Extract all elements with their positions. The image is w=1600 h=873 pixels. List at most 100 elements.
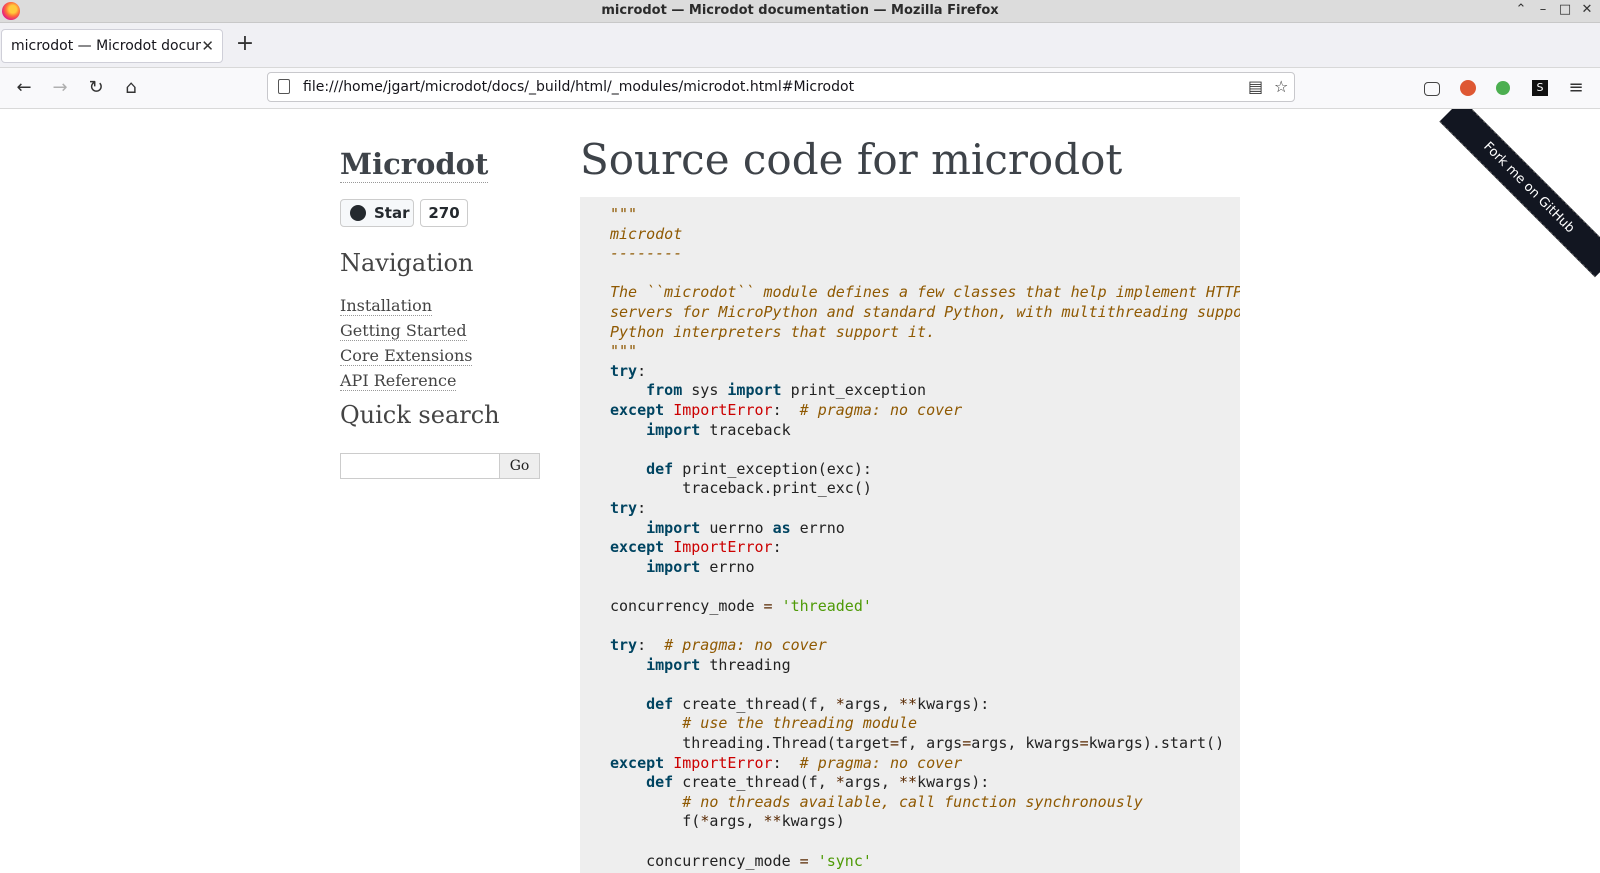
nav-link-label[interactable]: Getting Started: [340, 321, 467, 341]
code-token: import: [727, 381, 782, 400]
tab-close-icon[interactable]: ✕: [201, 37, 214, 55]
nav-link-label[interactable]: Installation: [340, 296, 433, 316]
code-line: from sys import print_exception: [610, 381, 926, 399]
go-button[interactable]: Go: [499, 453, 540, 479]
nav-link-installation[interactable]: Installation: [340, 293, 472, 318]
search-input[interactable]: [340, 453, 500, 479]
code-token: kwargs).start(): [1088, 734, 1225, 753]
tab-label: microdot — Microdot documentation: [11, 38, 201, 54]
reload-button[interactable]: ↻: [84, 76, 108, 100]
navigation-toolbar: ← → ↻ ⌂ file:///home/jgart/microdot/docs…: [0, 68, 1600, 109]
code-token: import: [646, 557, 701, 576]
new-tab-button[interactable]: +: [234, 31, 256, 57]
page-content: Microdot Star 270 Navigation Installatio…: [0, 109, 1600, 873]
code-line: threading.Thread(target=f, args=args, kw…: [610, 734, 1224, 752]
code-token: kwargs): [781, 812, 845, 831]
fork-me-ribbon[interactable]: Fork me on GitHub: [1439, 109, 1600, 278]
duckduckgo-icon[interactable]: [1460, 80, 1476, 96]
nav-link-core-extensions[interactable]: Core Extensions: [340, 343, 473, 368]
code-token: """: [610, 205, 638, 223]
nav-link-getting-started[interactable]: Getting Started: [340, 318, 472, 343]
extension-s-icon[interactable]: S: [1532, 80, 1548, 96]
pocket-icon[interactable]: [1424, 82, 1440, 96]
code-line: # use the threading module: [610, 714, 917, 732]
code-token: threading.Thread(target: [610, 734, 890, 753]
code-token: def: [646, 773, 674, 792]
code-line: try: # pragma: no cover: [610, 636, 827, 654]
window-close-button[interactable]: ✕: [1578, 2, 1596, 17]
code-token: Python interpreters that support it.: [610, 322, 936, 341]
code-line: f(*args, **kwargs): [610, 812, 845, 830]
window-minimize-button[interactable]: –: [1534, 2, 1552, 17]
code-line: def create_thread(f, *args, **kwargs):: [610, 695, 989, 713]
home-button[interactable]: ⌂: [119, 76, 143, 100]
code-line: import traceback: [610, 421, 791, 439]
code-token: create_thread(f,: [673, 773, 836, 792]
code-token: =: [799, 851, 809, 870]
star-count[interactable]: 270: [420, 199, 468, 227]
code-token: # use the threading module: [682, 714, 918, 733]
code-token: import: [646, 655, 701, 674]
code-token: sys: [682, 381, 728, 400]
code-token: try: [610, 361, 638, 380]
code-token: args, kwargs: [971, 734, 1080, 753]
code-token: print_exception(exc):: [673, 459, 872, 478]
code-token: print_exception: [781, 381, 927, 400]
code-token: :: [772, 753, 800, 772]
quick-search-heading: Quick search: [340, 401, 500, 429]
github-star-button[interactable]: Star: [340, 199, 414, 227]
nav-link-label[interactable]: Core Extensions: [340, 346, 473, 366]
code-token: # pragma: no cover: [799, 400, 963, 419]
bookmark-star-icon[interactable]: ☆: [1274, 77, 1288, 96]
code-line: except ImportError:: [610, 538, 782, 556]
code-token: :: [772, 400, 800, 419]
code-line: def print_exception(exc):: [610, 460, 872, 478]
code-token: """: [610, 342, 638, 361]
menu-icon[interactable]: ≡: [1564, 76, 1588, 100]
code-token: =: [962, 734, 972, 753]
code-token: args,: [844, 773, 899, 792]
nav-link-api-reference[interactable]: API Reference: [340, 368, 472, 393]
extension-green-icon[interactable]: [1496, 81, 1510, 95]
back-button[interactable]: ←: [12, 76, 36, 100]
nav-link-label[interactable]: API Reference: [340, 371, 457, 391]
tab-microdot[interactable]: microdot — Microdot documentation ✕: [1, 29, 223, 63]
code-token: :: [637, 361, 647, 380]
code-token: def: [646, 694, 674, 713]
source-code: """ microdot -------- The ``microdot`` m…: [610, 205, 1240, 871]
code-line: except ImportError: # pragma: no cover: [610, 401, 962, 419]
window-maximize-button[interactable]: □: [1556, 2, 1574, 17]
window-maximize-up-icon[interactable]: ⌃: [1512, 2, 1530, 17]
code-token: args,: [709, 812, 764, 831]
code-token: =: [1079, 734, 1089, 753]
code-token: ImportError: [673, 538, 773, 557]
reader-view-icon[interactable]: ▤: [1248, 77, 1263, 96]
code-line: concurrency_mode = 'sync': [610, 852, 872, 870]
url-bar[interactable]: file:///home/jgart/microdot/docs/_build/…: [267, 72, 1295, 102]
code-token: servers for MicroPython and standard Pyt…: [610, 302, 1240, 321]
navigation-list: Installation Getting Started Core Extens…: [340, 293, 473, 393]
github-icon: [350, 205, 366, 221]
code-token: :: [637, 636, 665, 655]
code-token: ImportError: [673, 400, 773, 419]
code-line: Python interpreters that support it.: [610, 323, 935, 341]
navigation-heading: Navigation: [340, 249, 474, 277]
code-token: *: [835, 773, 845, 792]
code-token: concurrency_mode: [610, 596, 764, 615]
window-title: microdot — Microdot documentation — Mozi…: [601, 3, 999, 18]
code-line: try:: [610, 362, 646, 380]
forward-button[interactable]: →: [48, 76, 72, 100]
code-token: concurrency_mode: [610, 851, 800, 870]
url-text[interactable]: file:///home/jgart/microdot/docs/_build/…: [303, 79, 854, 95]
site-logo[interactable]: Microdot: [340, 146, 489, 183]
